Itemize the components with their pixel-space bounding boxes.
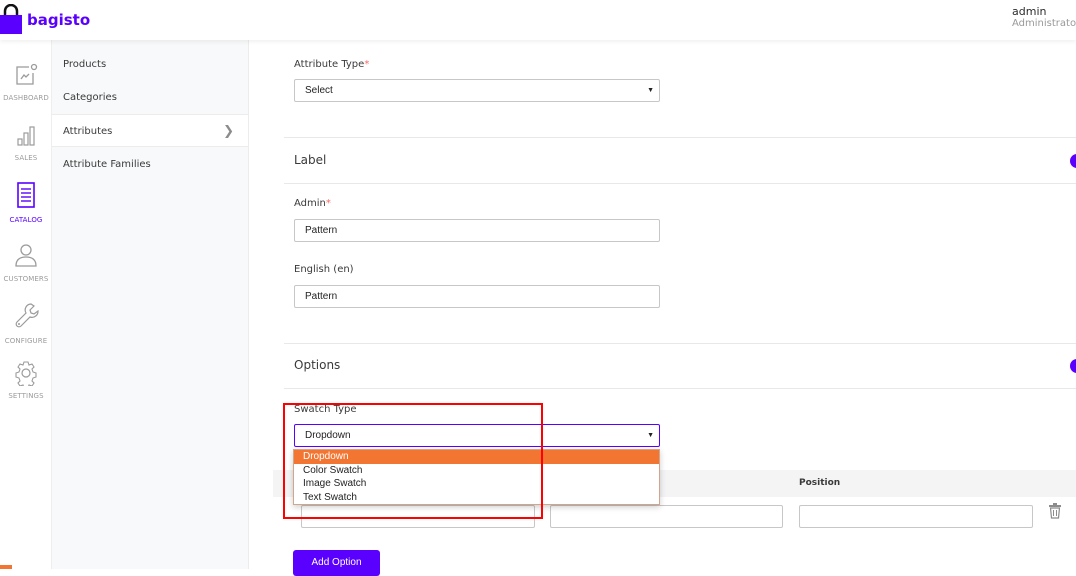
swatch-type-select[interactable]: Dropdown ▼: [294, 424, 660, 447]
subnav-label: Attribute Families: [63, 159, 151, 170]
admin-name-input[interactable]: Pattern: [294, 219, 660, 242]
divider: [284, 183, 1076, 184]
divider: [284, 388, 1076, 389]
dropdown-option[interactable]: Image Swatch: [294, 477, 659, 491]
user-role: Administrator: [1012, 18, 1076, 29]
subnav-label: Attributes: [63, 126, 113, 137]
column-header-position: Position: [799, 478, 841, 488]
subnav-item-attributes[interactable]: Attributes ❯: [52, 114, 248, 147]
dropdown-option[interactable]: Dropdown: [294, 450, 659, 464]
divider: [284, 137, 1076, 138]
english-name-input[interactable]: Pattern: [294, 285, 660, 308]
dropdown-arrow-icon: ▼: [647, 432, 654, 439]
top-bar: bagisto admin Administrator: [0, 0, 1076, 40]
nav-item-catalog[interactable]: CATALOG: [0, 180, 56, 224]
option-admin-input[interactable]: [301, 505, 535, 528]
dropdown-option[interactable]: Color Swatch: [294, 464, 659, 478]
section-toggle-icon[interactable]: [1070, 154, 1076, 168]
nav-label: CATALOG: [9, 216, 43, 224]
nav-item-settings[interactable]: SETTINGS: [0, 360, 56, 400]
subnav-label: Products: [63, 59, 107, 70]
catalog-icon: [0, 180, 56, 214]
nav-item-configure[interactable]: CONFIGURE: [0, 301, 56, 345]
add-option-button[interactable]: Add Option: [293, 550, 380, 576]
brand-name: bagisto: [27, 11, 91, 29]
attribute-form: Attribute Type* Select ▼ Label Admin* Pa…: [250, 40, 1076, 576]
gear-icon: [0, 360, 56, 390]
select-value: Dropdown: [305, 430, 351, 441]
chevron-right-icon: ❯: [223, 124, 234, 139]
divider: [284, 343, 1076, 344]
subnav-item-categories[interactable]: Categories: [52, 81, 248, 114]
nav-label: CONFIGURE: [4, 337, 48, 345]
subnav-item-attribute-families[interactable]: Attribute Families: [52, 148, 248, 181]
user-menu[interactable]: admin Administrator: [1012, 5, 1076, 29]
catalog-subnav: Products Categories Attributes ❯ Attribut…: [52, 40, 249, 569]
options-section-title[interactable]: Options: [294, 358, 340, 372]
dropdown-option[interactable]: Text Swatch: [294, 491, 659, 505]
dashboard-icon: [0, 62, 56, 92]
nav-item-customers[interactable]: CUSTOMERS: [0, 241, 56, 283]
nav-item-sales[interactable]: SALES: [0, 124, 56, 162]
subnav-item-products[interactable]: Products: [52, 48, 248, 81]
swatch-type-dropdown-list: Dropdown Color Swatch Image Swatch Text …: [293, 449, 660, 505]
attribute-type-select[interactable]: Select ▼: [294, 79, 660, 102]
wrench-icon: [0, 301, 56, 335]
user-icon: [0, 241, 56, 273]
nav-item-dashboard[interactable]: DASHBOARD: [0, 62, 56, 102]
brand-logo[interactable]: bagisto: [0, 3, 91, 34]
user-name: admin: [1012, 5, 1047, 18]
main-nav: DASHBOARD SALES CATALOG CUSTOMERS CONFIG…: [0, 40, 52, 569]
english-label: English (en): [294, 264, 354, 275]
trash-icon[interactable]: [1048, 503, 1062, 523]
shopping-bag-icon: [0, 3, 22, 34]
corner-tab[interactable]: [0, 565, 12, 569]
subnav-label: Categories: [63, 92, 117, 103]
swatch-type-label: Swatch Type: [294, 404, 357, 415]
attribute-type-label: Attribute Type*: [294, 59, 370, 70]
label-section-title[interactable]: Label: [294, 153, 326, 167]
option-position-input[interactable]: [799, 505, 1033, 528]
nav-label: CUSTOMERS: [3, 275, 49, 283]
admin-label: Admin*: [294, 198, 331, 209]
section-toggle-icon[interactable]: [1070, 359, 1076, 373]
dropdown-arrow-icon: ▼: [647, 87, 654, 94]
select-value: Select: [305, 85, 333, 96]
nav-label: SETTINGS: [8, 392, 44, 400]
option-locale-input[interactable]: [550, 505, 783, 528]
nav-label: SALES: [14, 154, 38, 162]
bar-chart-icon: [0, 124, 56, 152]
nav-label: DASHBOARD: [3, 94, 49, 102]
